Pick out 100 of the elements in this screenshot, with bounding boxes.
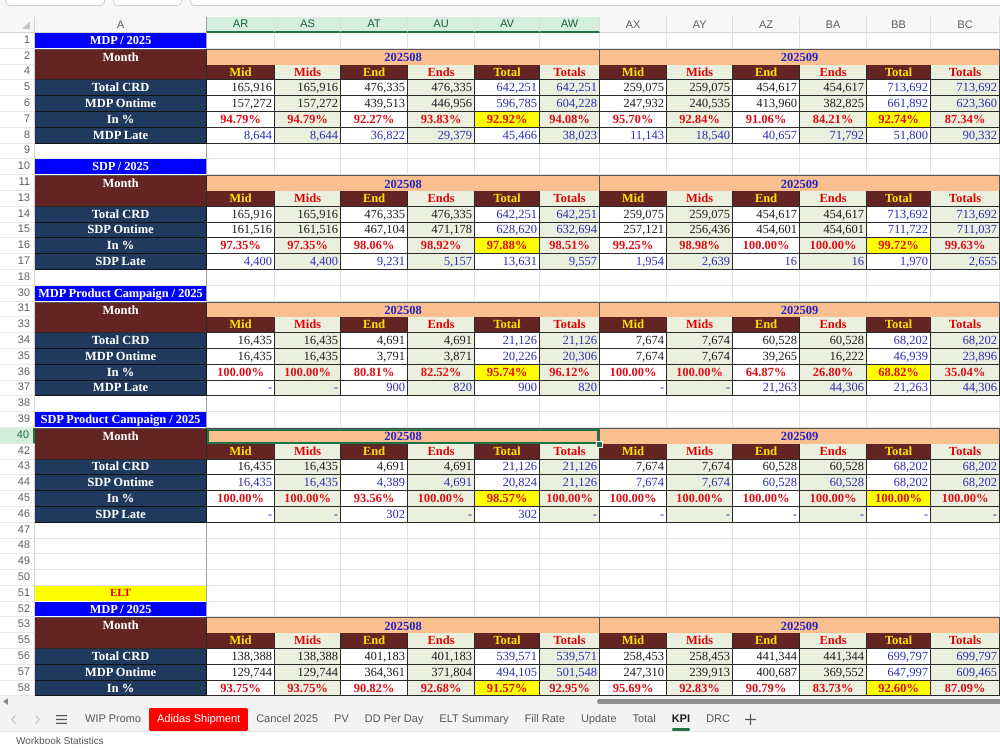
row-header[interactable]: 48: [0, 538, 35, 554]
row-header[interactable]: 31: [0, 302, 35, 318]
percent-cell: 87.34%: [931, 112, 1000, 128]
column-header[interactable]: BB: [867, 17, 931, 33]
value-cell: 4,691: [341, 333, 408, 349]
sheet-tab[interactable]: DRC: [698, 708, 738, 731]
sheet-tab[interactable]: WIP Promo: [77, 708, 150, 731]
column-header[interactable]: AZ: [733, 17, 800, 33]
column-header[interactable]: AT: [341, 17, 408, 33]
row-header[interactable]: 44: [0, 475, 35, 492]
value-cell: 604,228: [540, 96, 600, 112]
row-header[interactable]: 39: [0, 412, 35, 428]
value-cell: 21,126: [540, 333, 600, 349]
column-header[interactable]: AY: [667, 17, 733, 33]
row-header[interactable]: 45: [0, 491, 35, 507]
name-box-field[interactable]: [5, 0, 105, 6]
row-header[interactable]: 58: [0, 680, 35, 696]
row-header[interactable]: 51: [0, 586, 35, 602]
column-subheader-cell: Mids: [667, 317, 733, 334]
sheet-tab[interactable]: Update: [572, 708, 624, 731]
formula-bar-field[interactable]: [190, 0, 1000, 6]
row-header[interactable]: 36: [0, 364, 35, 381]
scroll-left-icon[interactable]: [3, 698, 8, 706]
row-header[interactable]: 49: [0, 554, 35, 570]
row-label-cell: SDP Ontime: [35, 475, 207, 492]
fill-handle[interactable]: [596, 440, 603, 448]
scrollbar-thumb[interactable]: [597, 699, 1000, 704]
value-cell: 20,226: [475, 348, 540, 365]
row-header[interactable]: 53: [0, 617, 35, 634]
row-header[interactable]: 43: [0, 460, 35, 476]
column-header[interactable]: AS: [275, 17, 341, 33]
row-header[interactable]: 4: [0, 64, 35, 80]
menu-icon: [56, 714, 66, 724]
value-cell: 258,453: [667, 649, 733, 665]
row-header[interactable]: 13: [0, 190, 35, 207]
row-header[interactable]: 9: [0, 144, 35, 160]
sheet-tab[interactable]: ELT Summary: [431, 708, 517, 731]
row-header[interactable]: 1: [0, 33, 35, 49]
row-header[interactable]: 35: [0, 348, 35, 365]
empty-cell: [867, 570, 931, 586]
value-cell: 29,379: [408, 128, 475, 144]
row-header[interactable]: 34: [0, 333, 35, 349]
row-header[interactable]: 50: [0, 570, 35, 586]
value-cell: 68,202: [931, 333, 1000, 349]
value-cell: 3,871: [408, 348, 475, 365]
row-header[interactable]: 46: [0, 506, 35, 523]
percent-cell: 26.80%: [800, 364, 867, 381]
row-header[interactable]: 5: [0, 80, 35, 96]
row-header[interactable]: 8: [0, 128, 35, 144]
column-header[interactable]: AX: [600, 17, 667, 33]
column-header[interactable]: AU: [408, 17, 475, 33]
empty-cell: [475, 570, 540, 586]
column-header[interactable]: AV: [475, 17, 540, 33]
sheet-tab[interactable]: PV: [326, 708, 357, 731]
sheet-tab[interactable]: Cancel 2025: [248, 708, 326, 731]
column-header[interactable]: AR: [207, 17, 275, 33]
empty-cell: [600, 538, 667, 554]
percent-cell: 97.35%: [275, 238, 341, 254]
formula-controls[interactable]: [113, 0, 182, 6]
column-header[interactable]: AW: [540, 17, 600, 33]
row-header[interactable]: 47: [0, 522, 35, 538]
row-header[interactable]: 56: [0, 649, 35, 665]
row-header[interactable]: 42: [0, 444, 35, 460]
value-cell: 21,126: [540, 475, 600, 492]
select-all-icon[interactable]: [22, 21, 30, 29]
row-header[interactable]: 7: [0, 112, 35, 128]
row-header[interactable]: 55: [0, 633, 35, 650]
row-header[interactable]: 40: [0, 428, 35, 444]
percent-cell: 91.57%: [475, 680, 540, 696]
value-cell: 628,620: [475, 222, 540, 238]
row-header[interactable]: 16: [0, 238, 35, 254]
row-header[interactable]: 10: [0, 159, 35, 176]
value-cell: 609,465: [931, 664, 1000, 681]
row-header[interactable]: 14: [0, 206, 35, 223]
value-cell: 476,335: [408, 206, 475, 223]
column-header[interactable]: A: [35, 17, 207, 33]
row-header[interactable]: 18: [0, 270, 35, 286]
row-header[interactable]: 38: [0, 396, 35, 412]
row-header[interactable]: 37: [0, 380, 35, 396]
row-header[interactable]: 57: [0, 664, 35, 681]
sheet-tab[interactable]: KPI: [664, 708, 698, 731]
column-header[interactable]: BC: [931, 17, 1000, 33]
sheet-tab[interactable]: Total: [624, 708, 664, 731]
sheet-tab[interactable]: Fill Rate: [516, 708, 573, 731]
percent-cell: 92.68%: [408, 680, 475, 696]
horizontal-scrollbar[interactable]: [0, 696, 1000, 708]
column-subheader-cell: Total: [475, 444, 540, 460]
row-header[interactable]: 15: [0, 222, 35, 238]
row-header[interactable]: 2: [0, 48, 35, 65]
row-header[interactable]: 6: [0, 96, 35, 112]
row-header[interactable]: 52: [0, 602, 35, 618]
sheet-tab[interactable]: DD Per Day: [356, 708, 432, 731]
percent-cell: 83.73%: [800, 680, 867, 696]
row-header[interactable]: 33: [0, 317, 35, 334]
sheet-tab[interactable]: Adidas Shipment: [149, 708, 248, 731]
column-header[interactable]: BA: [800, 17, 867, 33]
row-header[interactable]: 11: [0, 175, 35, 191]
value-cell: 9,231: [341, 254, 408, 270]
row-header[interactable]: 17: [0, 254, 35, 270]
row-header[interactable]: 30: [0, 286, 35, 302]
